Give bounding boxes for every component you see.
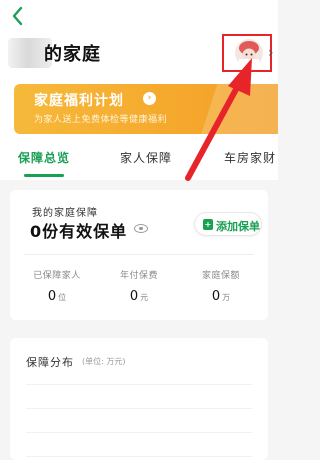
welfare-banner[interactable]: 家庭福利计划 › 为家人送上免费体检等健康福利 [14, 84, 278, 134]
eye-icon[interactable] [134, 224, 148, 233]
tab-overview[interactable]: 保障总览 [18, 149, 70, 166]
stat-annual-premium[interactable]: 年付保费 0元 [104, 268, 174, 304]
distribution-title: 保障分布 [26, 356, 74, 369]
grid-line [26, 384, 252, 385]
header-area: 的家庭 › 家庭福利计划 › 为家人送上免费体检等健康福利 [0, 0, 278, 138]
grid-line [26, 432, 252, 433]
stat-unit: 位 [58, 293, 67, 302]
protection-label: 我的家庭保障 [32, 208, 98, 219]
stat-insured-members[interactable]: 已保障家人 0位 [22, 268, 92, 304]
arrow-right-circle-icon: › [143, 92, 156, 105]
stat-value: 0 [47, 289, 57, 304]
banner-subtitle: 为家人送上免费体检等健康福利 [34, 115, 168, 125]
grid-line [26, 408, 252, 409]
policy-count: 0份有效保单 [30, 222, 128, 241]
stat-label: 年付保费 [119, 271, 158, 281]
avatar[interactable] [235, 39, 263, 67]
tab-bar: 保障总览 家人保障 车房家财 [0, 138, 278, 180]
add-policy-button[interactable]: + 添加保单 [194, 212, 262, 236]
active-tab-indicator [24, 174, 64, 177]
page-title: 的家庭 [44, 44, 101, 65]
policy-add-icon: + [203, 219, 213, 230]
stat-unit: 万 [222, 293, 231, 302]
family-protection-card: 我的家庭保障 0份有效保单 + 添加保单 已保障家人 0位 年付保费 0元 家庭… [10, 190, 268, 320]
stat-label: 已保障家人 [33, 271, 81, 281]
stat-unit: 元 [140, 293, 149, 302]
divider [24, 254, 254, 255]
stat-family-coverage[interactable]: 家庭保额 0万 [186, 268, 256, 304]
tab-assets[interactable]: 车房家财 [224, 149, 276, 166]
stat-value: 0 [211, 289, 221, 304]
banner-title: 家庭福利计划 [34, 93, 124, 109]
tab-family[interactable]: 家人保障 [120, 149, 172, 166]
stat-label: 家庭保额 [201, 271, 240, 281]
distribution-unit: (单位: 万元) [82, 357, 126, 366]
banner-decoration [196, 84, 278, 134]
chevron-right-icon[interactable]: › [268, 45, 274, 61]
stat-value: 0 [129, 289, 139, 304]
coverage-distribution-card: 保障分布 (单位: 万元) [10, 338, 268, 460]
avatar-highlight-box [222, 34, 272, 72]
chevron-left-icon[interactable] [6, 4, 30, 28]
add-policy-label: 添加保单 [216, 220, 260, 233]
grid-line [26, 456, 252, 457]
